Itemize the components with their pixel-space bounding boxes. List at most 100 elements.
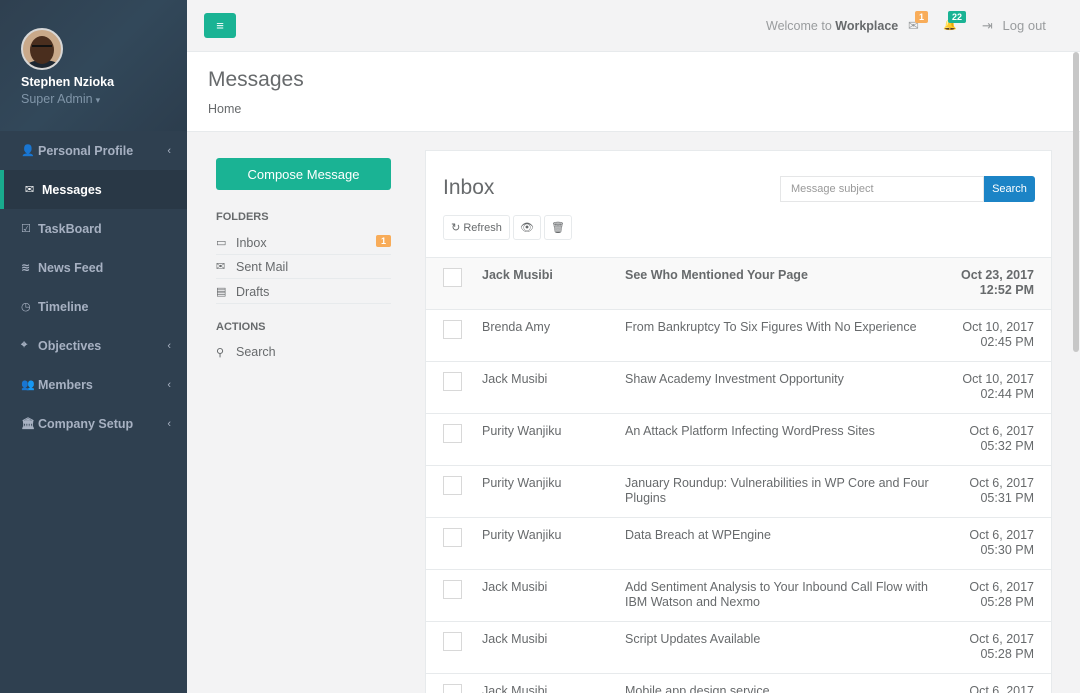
chevron-left-icon: ‹: [167, 339, 171, 352]
delete-button[interactable]: 🗑: [544, 215, 572, 240]
sidebar-item-label: TaskBoard: [38, 221, 102, 236]
action-label: Search: [236, 345, 276, 359]
sender-name[interactable]: Purity Wanjiku: [482, 476, 561, 490]
menu-toggle-button[interactable]: ≡: [204, 13, 236, 38]
message-subject[interactable]: An Attack Platform Infecting WordPress S…: [625, 424, 945, 439]
sidebar-item-objectives[interactable]: ⌖ Objectives ‹: [0, 326, 187, 365]
sidebar-item-taskboard[interactable]: ☑ TaskBoard: [0, 209, 187, 248]
date-text: Oct 23, 2017: [961, 268, 1034, 282]
table-row[interactable]: Brenda Amy From Bankruptcy To Six Figures…: [426, 309, 1051, 361]
sidebar-item-members[interactable]: 👥 Members ‹: [0, 365, 187, 404]
sidebar-item-label: Company Setup: [38, 416, 134, 431]
sidebar-item-label: Messages: [42, 182, 102, 197]
sidebar-item-messages[interactable]: ✉ Messages: [0, 170, 187, 209]
table-row[interactable]: Jack Musibi Script Updates Available Oct 6…: [426, 621, 1051, 673]
message-subject[interactable]: Data Breach at WPEngine: [625, 528, 945, 543]
row-checkbox[interactable]: [443, 372, 462, 391]
sender-name[interactable]: Purity Wanjiku: [482, 528, 561, 542]
time-text: 02:44 PM: [980, 387, 1034, 401]
sidebar-item-company-setup[interactable]: 🏛 Company Setup ‹: [0, 404, 187, 443]
message-subject[interactable]: From Bankruptcy To Six Figures With No E…: [625, 320, 945, 335]
time-text: 05:32 PM: [980, 439, 1034, 453]
message-date: Oct 6, 2017 05:28 PM: [969, 632, 1034, 662]
breadcrumb-home-link[interactable]: Home: [208, 102, 241, 116]
folder-label: Inbox: [236, 235, 267, 250]
sidebar-item-label: Personal Profile: [38, 143, 134, 158]
action-search[interactable]: ⚲ Search: [216, 345, 276, 359]
sender-name[interactable]: Jack Musibi: [482, 632, 547, 646]
search-button[interactable]: Search: [984, 176, 1035, 202]
file-icon: ▤: [216, 286, 227, 298]
time-text: 02:45 PM: [980, 335, 1034, 349]
page-scrollbar[interactable]: [1072, 52, 1080, 693]
sidebar-item-timeline[interactable]: ◷ Timeline: [0, 287, 187, 326]
envelope-icon: ✉: [25, 184, 35, 196]
row-checkbox[interactable]: [443, 528, 462, 547]
logout-label: Log out: [1002, 18, 1046, 33]
avatar[interactable]: [21, 28, 63, 70]
sender-name[interactable]: Jack Musibi: [482, 684, 547, 693]
table-row[interactable]: Purity Wanjiku An Attack Platform Infecti…: [426, 413, 1051, 465]
sender-name[interactable]: Jack Musibi: [482, 268, 553, 282]
logout-link[interactable]: ⇥ Log out: [982, 18, 1046, 34]
message-subject-search-input[interactable]: Message subject: [780, 176, 984, 202]
message-subject[interactable]: Shaw Academy Investment Opportunity: [625, 372, 945, 387]
row-checkbox[interactable]: [443, 580, 462, 599]
message-subject[interactable]: January Roundup: Vulnerabilities in WP C…: [625, 476, 945, 506]
message-date: Oct 6, 2017: [969, 684, 1034, 693]
message-subject[interactable]: Script Updates Available: [625, 632, 945, 647]
breadcrumb: Home: [208, 102, 1059, 116]
row-checkbox[interactable]: [443, 268, 462, 287]
check-square-icon: ☑: [21, 223, 31, 235]
message-date: Oct 23, 2017 12:52 PM: [961, 268, 1034, 298]
sender-name[interactable]: Jack Musibi: [482, 372, 547, 386]
message-date: Oct 6, 2017 05:32 PM: [969, 424, 1034, 454]
eye-icon: 👁: [520, 222, 534, 234]
search-icon: ⚲: [216, 346, 225, 359]
sidebar-item-label: Timeline: [38, 299, 89, 314]
mark-read-button[interactable]: 👁: [513, 215, 541, 240]
row-checkbox[interactable]: [443, 632, 462, 651]
sender-name[interactable]: Purity Wanjiku: [482, 424, 561, 438]
message-subject[interactable]: See Who Mentioned Your Page: [625, 268, 945, 283]
bank-icon: 🏛: [21, 418, 35, 430]
refresh-button[interactable]: ↻ Refresh: [443, 215, 510, 240]
search-placeholder: Message subject: [791, 183, 874, 195]
time-text: 12:52 PM: [979, 283, 1034, 297]
user-role-dropdown[interactable]: Super Admin ▾: [21, 92, 187, 106]
message-subject[interactable]: Mobile app design service: [625, 684, 945, 693]
row-checkbox[interactable]: [443, 476, 462, 495]
sidebar-item-label: News Feed: [38, 260, 104, 275]
top-navbar: ≡ Welcome to Workplace ✉ 1 🔔 22 ⇥ Log ou…: [187, 0, 1080, 52]
row-checkbox[interactable]: [443, 320, 462, 339]
row-checkbox[interactable]: [443, 684, 462, 693]
refresh-label: Refresh: [463, 221, 502, 234]
inbox-panel: Inbox Message subject Search ↻ Refresh 👁…: [425, 150, 1052, 693]
row-checkbox[interactable]: [443, 424, 462, 443]
sender-name[interactable]: Brenda Amy: [482, 320, 550, 334]
table-row[interactable]: Purity Wanjiku Data Breach at WPEngine Oct…: [426, 517, 1051, 569]
time-text: 05:30 PM: [980, 543, 1034, 557]
rss-icon: ≋: [21, 262, 31, 274]
table-row[interactable]: Jack Musibi Mobile app design service Oct …: [426, 673, 1051, 693]
sidebar-item-personal-profile[interactable]: 👤 Personal Profile ‹: [0, 131, 187, 170]
message-date: Oct 6, 2017 05:30 PM: [969, 528, 1034, 558]
compose-message-button[interactable]: Compose Message: [216, 158, 391, 190]
sidebar-item-news-feed[interactable]: ≋ News Feed: [0, 248, 187, 287]
page-title: Messages: [208, 68, 304, 91]
sidebar-item-label: Members: [38, 377, 93, 392]
table-row[interactable]: Jack Musibi Shaw Academy Investment Oppor…: [426, 361, 1051, 413]
inbox-icon: ▭: [216, 237, 227, 249]
unread-count-badge: 1: [375, 235, 391, 247]
chevron-left-icon: ‹: [167, 144, 171, 157]
table-row[interactable]: Jack Musibi Add Sentiment Analysis to You…: [426, 569, 1051, 621]
chevron-left-icon: ‹: [167, 417, 171, 430]
table-row[interactable]: Jack Musibi See Who Mentioned Your Page Oc…: [426, 257, 1051, 309]
folder-drafts[interactable]: ▤ Drafts: [216, 280, 391, 304]
message-subject[interactable]: Add Sentiment Analysis to Your Inbound C…: [625, 580, 945, 610]
folder-inbox[interactable]: ▭ Inbox 1: [216, 231, 391, 255]
table-row[interactable]: Purity Wanjiku January Roundup: Vulnerabi…: [426, 465, 1051, 517]
notification-count-badge: 22: [948, 11, 967, 23]
folder-sent-mail[interactable]: ✉ Sent Mail: [216, 255, 391, 279]
sender-name[interactable]: Jack Musibi: [482, 580, 547, 594]
